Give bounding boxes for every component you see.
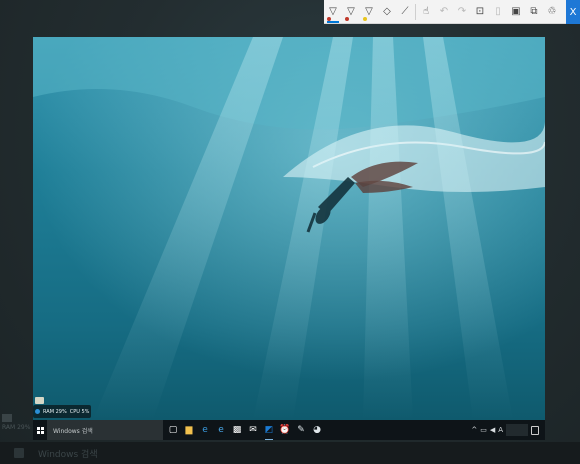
captured-taskbar: Windows 검색 ▢ ▆ e e ▩ ✉ ◩ ⏰ ✎ ◕ ^ ▭ ◀ A <box>33 420 545 440</box>
start-button[interactable] <box>33 420 47 440</box>
taskbar-search-box[interactable]: Windows 검색 <box>47 420 163 440</box>
edge-browser-icon: e <box>202 425 208 435</box>
ballpoint-pen-color-dot <box>327 16 331 21</box>
close-button[interactable]: X <box>566 0 580 24</box>
backdrop-taskbar: Windows 검색 <box>0 442 580 464</box>
file-explorer-icon: ▆ <box>185 425 193 435</box>
touch-writing-button[interactable]: ☝ <box>417 0 435 24</box>
system-tray: ^ ▭ ◀ A <box>471 420 545 440</box>
ballpoint-pen-button[interactable]: ▽ <box>324 0 342 24</box>
ram-cpu-gadget: RAM 29% CPU 5% <box>33 405 91 418</box>
task-view-taskbar-button[interactable]: ▢ <box>165 420 181 440</box>
toolbar-separator <box>415 3 416 20</box>
taskbar-app-list: ▢ ▆ e e ▩ ✉ ◩ ⏰ ✎ ◕ <box>165 420 325 440</box>
eraser-button[interactable]: ◇ <box>378 0 396 24</box>
copy-to-clipboard-icon: ⧉ <box>530 6 538 17</box>
internet-explorer-taskbar-button[interactable]: e <box>213 420 229 440</box>
highlighter-color-dot <box>363 16 367 21</box>
captured-screenshot[interactable]: RAM 29% CPU 5% Windows 검색 ▢ ▆ e e ▩ ✉ ◩ ⏰ ✎ ◕ ^ ▭… <box>33 37 545 440</box>
tray-network-icon[interactable]: ▭ <box>480 426 487 434</box>
redo-button[interactable]: ↷ <box>453 0 471 24</box>
ruler-icon: ⟋ <box>401 6 409 17</box>
touch-writing-icon: ☝ <box>422 6 430 17</box>
pencil-button[interactable]: ▽ <box>342 0 360 24</box>
copy-icon: ▯ <box>495 6 501 17</box>
pencil-color-dot <box>345 16 349 21</box>
ink-toolbar: ▽ ▽ ▽ ◇ ⟋ ☝ ↶ ↷ ⊡ ▯ ▣ ⧉ ♲ X <box>324 0 580 24</box>
backdrop-start-icon <box>14 448 24 458</box>
snip-tool-taskbar-button[interactable]: ◩ <box>261 420 277 440</box>
gadget-status-dot <box>35 409 40 414</box>
share-icon: ♲ <box>547 6 557 17</box>
alarm-clock-icon: ⏰ <box>279 425 291 435</box>
internet-explorer-icon: e <box>218 425 224 435</box>
save-icon: ▣ <box>511 6 521 17</box>
copy-button[interactable]: ▯ <box>489 0 507 24</box>
tray-clock[interactable] <box>506 424 528 436</box>
snip-tool-icon: ◩ <box>264 425 274 435</box>
backdrop-status-widget: RAM 29% <box>2 414 30 431</box>
paint-tool-taskbar-button[interactable]: ◕ <box>309 420 325 440</box>
undo-icon: ↶ <box>439 6 449 17</box>
alarm-clock-taskbar-button[interactable]: ⏰ <box>277 420 293 440</box>
pencil-icon: ▽ <box>347 6 355 17</box>
highlighter-button[interactable]: ▽ <box>360 0 378 24</box>
backdrop-search-text: Windows 검색 <box>38 449 98 460</box>
paint-tool-icon: ◕ <box>313 425 321 435</box>
crop-icon: ⊡ <box>475 6 485 17</box>
screen-sketch-icon: ✎ <box>297 425 305 435</box>
gadget-app-icon <box>35 397 44 404</box>
store-icon: ▩ <box>232 425 242 435</box>
edge-browser-taskbar-button[interactable]: e <box>197 420 213 440</box>
tray-ime-indicator[interactable]: A <box>498 426 503 434</box>
undo-button[interactable]: ↶ <box>435 0 453 24</box>
crop-button[interactable]: ⊡ <box>471 0 489 24</box>
file-explorer-taskbar-button[interactable]: ▆ <box>181 420 197 440</box>
ruler-button[interactable]: ⟋ <box>396 0 414 24</box>
mail-taskbar-button[interactable]: ✉ <box>245 420 261 440</box>
share-button[interactable]: ♲ <box>543 0 561 24</box>
eraser-icon: ◇ <box>383 6 391 17</box>
tray-chevron-icon[interactable]: ^ <box>471 426 477 434</box>
screen-sketch-taskbar-button[interactable]: ✎ <box>293 420 309 440</box>
highlighter-icon: ▽ <box>365 6 373 17</box>
mail-icon: ✉ <box>249 425 257 435</box>
ballpoint-pen-icon: ▽ <box>329 6 337 17</box>
tray-volume-icon[interactable]: ◀ <box>490 426 495 434</box>
gadget-cpu: CPU 5% <box>69 408 90 415</box>
save-button[interactable]: ▣ <box>507 0 525 24</box>
action-center-icon[interactable] <box>531 425 539 435</box>
redo-icon: ↷ <box>457 6 467 17</box>
copy-to-clipboard-button[interactable]: ⧉ <box>525 0 543 24</box>
windows-logo-icon <box>36 426 44 434</box>
task-view-icon: ▢ <box>168 425 178 435</box>
taskbar-search-placeholder: Windows 검색 <box>53 427 93 435</box>
underwater-wallpaper <box>33 37 545 420</box>
gadget-ram: RAM 29% <box>43 408 67 415</box>
store-taskbar-button[interactable]: ▩ <box>229 420 245 440</box>
